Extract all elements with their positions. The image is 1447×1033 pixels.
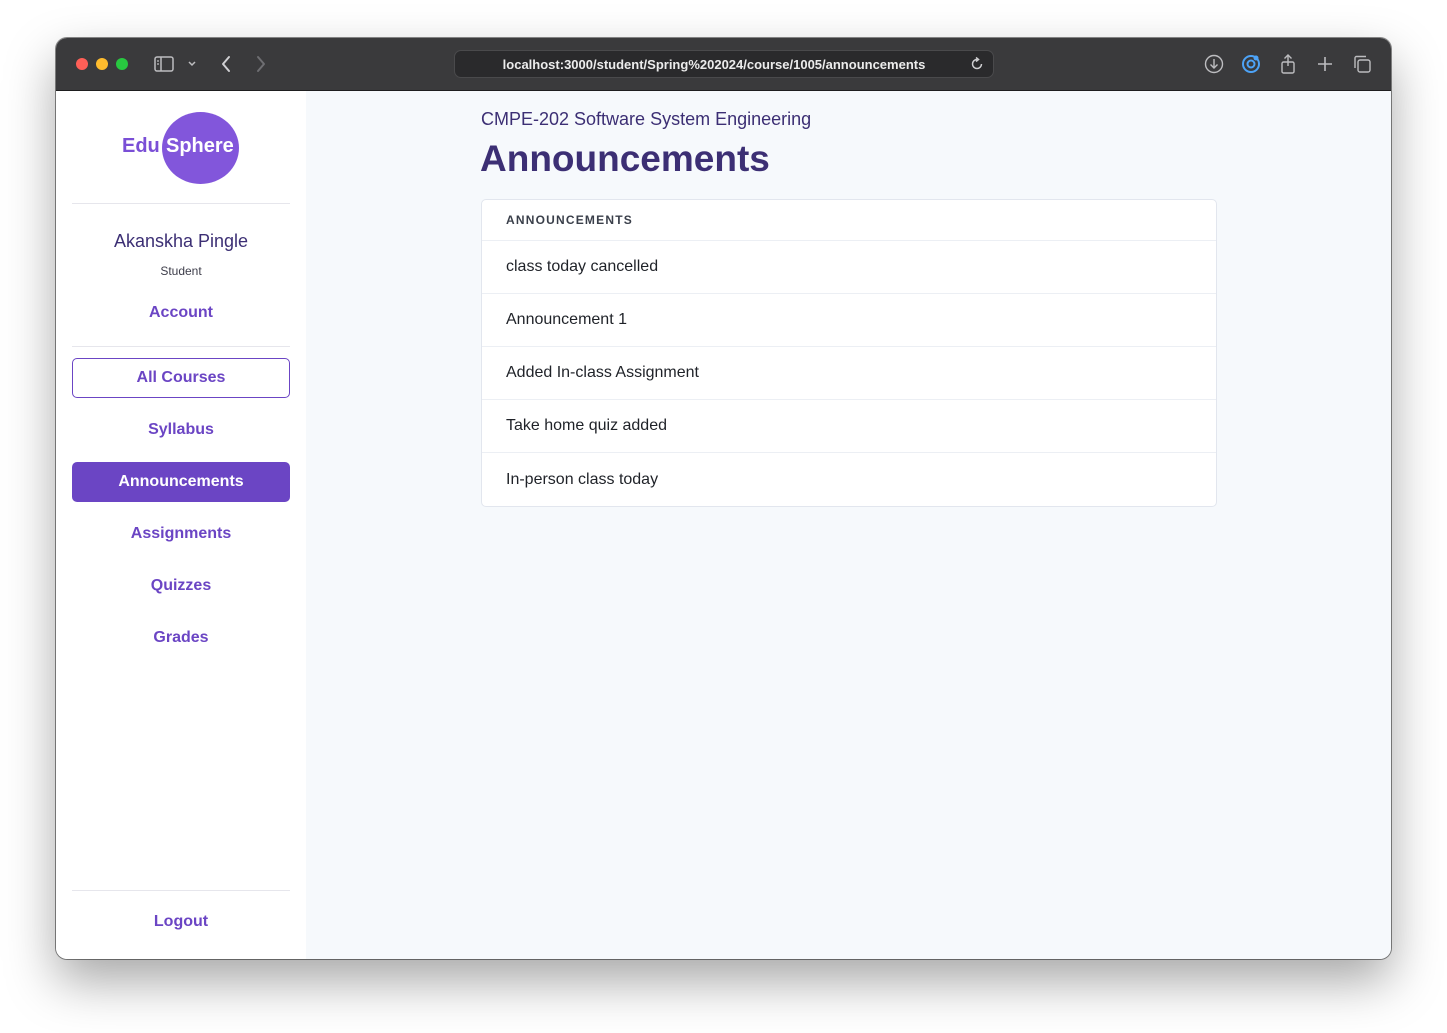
main-content: CMPE-202 Software System Engineering Ann… <box>306 91 1391 959</box>
download-icon[interactable] <box>1202 52 1226 76</box>
announcement-item[interactable]: Announcement 1 <box>482 294 1216 347</box>
sidebar-divider <box>72 203 290 204</box>
zoom-window-button[interactable] <box>116 58 128 70</box>
logo-text-sphere: Sphere <box>166 135 234 157</box>
announcement-item[interactable]: In-person class today <box>482 453 1216 506</box>
nav-announcements[interactable]: Announcements <box>72 462 290 502</box>
nav-all-courses[interactable]: All Courses <box>72 358 290 398</box>
logo-text-edu: Edu <box>122 135 160 157</box>
account-link[interactable]: Account <box>72 293 290 333</box>
announcements-card: ANNOUNCEMENTS class today cancelled Anno… <box>481 199 1217 507</box>
page-title: Announcements <box>480 138 770 179</box>
course-title: CMPE-202 Software System Engineering <box>481 109 812 129</box>
sidebar-divider <box>72 346 290 347</box>
user-name: Akanskha Pingle <box>113 231 249 251</box>
back-icon[interactable] <box>214 52 238 76</box>
reload-icon[interactable] <box>969 56 985 75</box>
share-icon[interactable] <box>1276 52 1300 76</box>
user-role: Student <box>160 264 202 278</box>
close-window-button[interactable] <box>76 58 88 70</box>
announcement-item[interactable]: class today cancelled <box>482 241 1216 294</box>
forward-icon[interactable] <box>249 52 273 76</box>
nav-grades[interactable]: Grades <box>72 618 290 658</box>
address-bar[interactable]: localhost:3000/student/Spring%202024/cou… <box>454 50 994 78</box>
nav-quizzes[interactable]: Quizzes <box>72 566 290 606</box>
nav-syllabus[interactable]: Syllabus <box>72 410 290 450</box>
new-tab-icon[interactable] <box>1313 52 1337 76</box>
nav-assignments[interactable]: Assignments <box>72 514 290 554</box>
sidebar-icon[interactable] <box>152 52 176 76</box>
announcement-item[interactable]: Added In-class Assignment <box>482 347 1216 400</box>
minimize-window-button[interactable] <box>96 58 108 70</box>
url-text: localhost:3000/student/Spring%202024/cou… <box>502 56 926 72</box>
logout-button[interactable]: Logout <box>72 902 290 942</box>
app: Edu Sphere Akanskha Pingle Student Accou… <box>56 91 1391 959</box>
browser-window: localhost:3000/student/Spring%202024/cou… <box>56 38 1391 959</box>
edusphere-logo[interactable]: Edu Sphere <box>122 112 242 184</box>
tabs-overview-icon[interactable] <box>1350 52 1374 76</box>
sidebar-divider <box>72 890 290 891</box>
card-header: ANNOUNCEMENTS <box>482 200 1216 241</box>
sidebar: Edu Sphere Akanskha Pingle Student Accou… <box>56 91 306 959</box>
extension-icon[interactable] <box>1239 52 1263 76</box>
browser-toolbar: localhost:3000/student/Spring%202024/cou… <box>56 38 1391 91</box>
announcement-item[interactable]: Take home quiz added <box>482 400 1216 453</box>
chevron-down-icon[interactable] <box>180 52 204 76</box>
